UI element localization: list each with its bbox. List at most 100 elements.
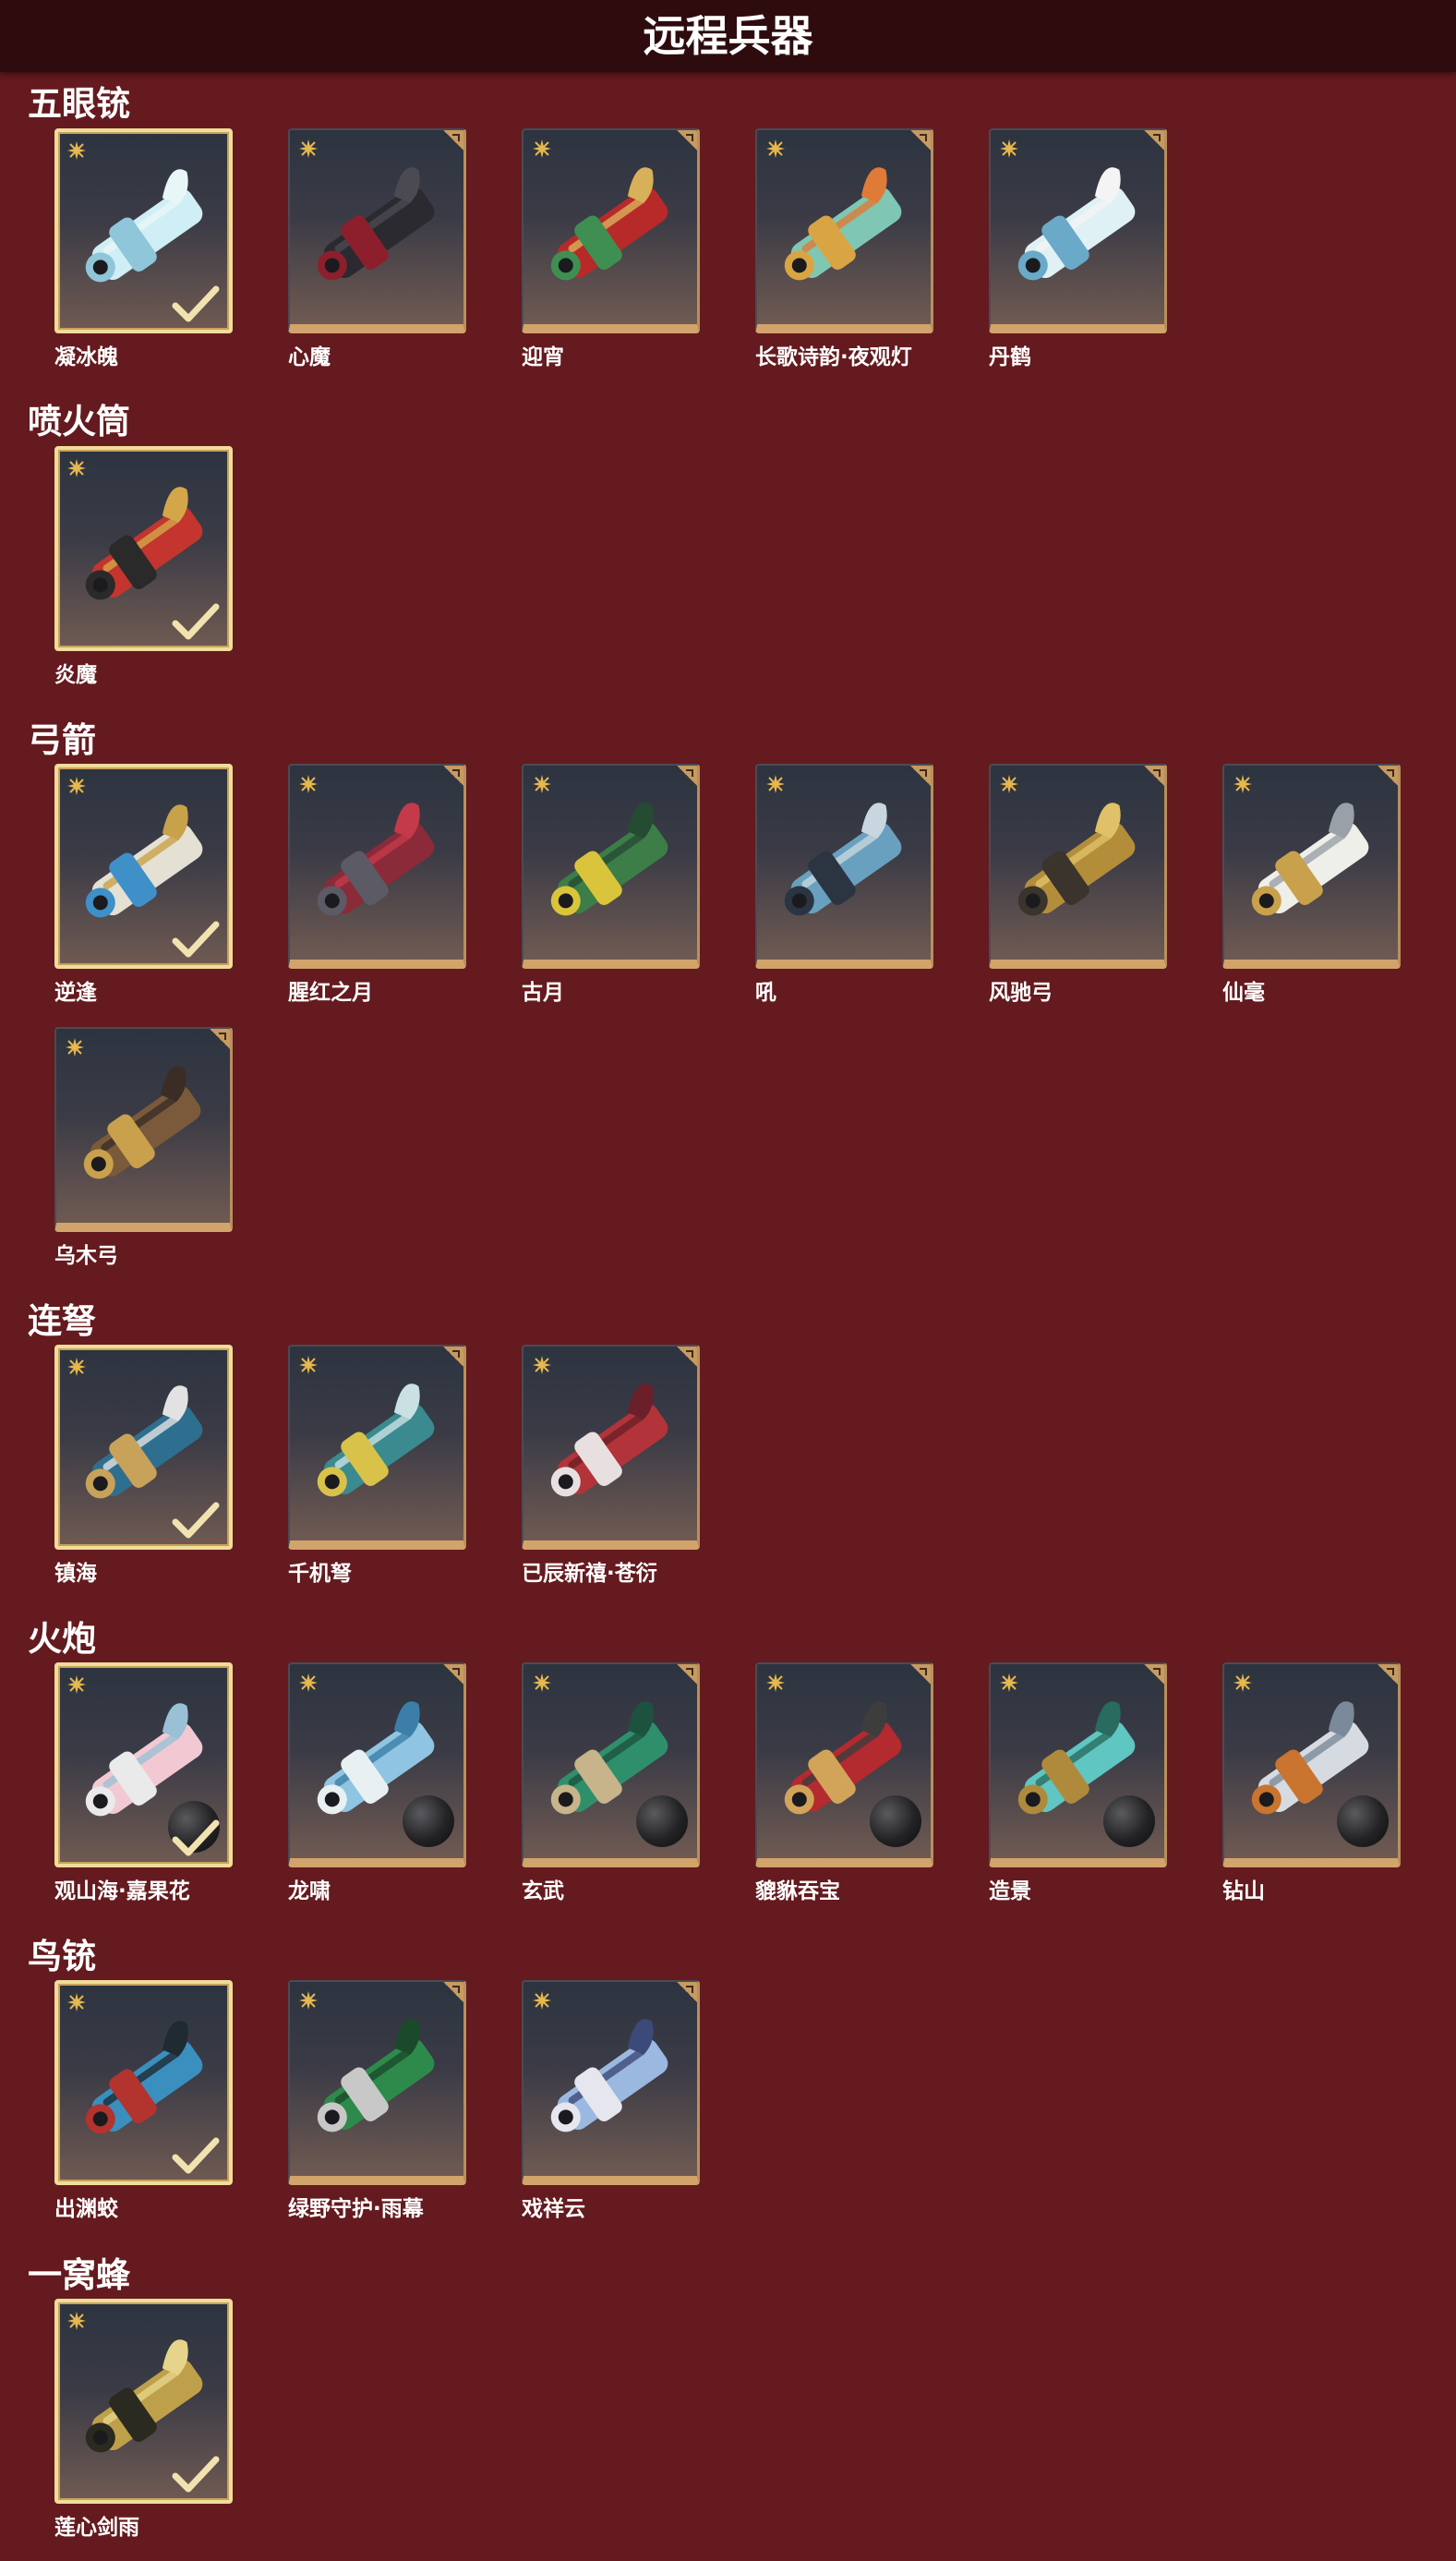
cannonball-icon bbox=[1103, 1795, 1155, 1847]
weapon-name: 炎魔 bbox=[54, 663, 97, 687]
weapon-item[interactable]: 造景 bbox=[989, 1662, 1171, 1904]
checkmark-icon bbox=[172, 284, 220, 324]
rarity-star-icon bbox=[66, 1991, 88, 2013]
weapon-item[interactable]: 迎宵 bbox=[522, 128, 704, 370]
weapon-item[interactable]: 丹鹤 bbox=[989, 128, 1171, 370]
weapon-card[interactable] bbox=[989, 128, 1167, 333]
cannonball-icon bbox=[636, 1795, 688, 1847]
section-title: 鸟铳 bbox=[28, 1937, 96, 1976]
weapon-card[interactable] bbox=[1222, 764, 1401, 969]
weapon-item[interactable]: 心魔 bbox=[288, 128, 470, 370]
weapon-item[interactable]: 出渊蛟 bbox=[54, 1980, 236, 2222]
weapon-icon bbox=[301, 149, 456, 315]
weapon-icon bbox=[535, 784, 690, 950]
rarity-star-icon bbox=[66, 1356, 88, 1378]
weapon-item[interactable]: 古月 bbox=[522, 764, 704, 1006]
weapon-name: 腥红之月 bbox=[288, 981, 373, 1005]
weapon-card[interactable] bbox=[288, 128, 466, 333]
weapon-card[interactable] bbox=[54, 1662, 233, 1867]
rarity-star-icon bbox=[64, 1036, 86, 1058]
weapon-name: 出渊蛟 bbox=[54, 2197, 118, 2221]
weapon-card[interactable] bbox=[522, 1980, 700, 2185]
weapon-name: 丹鹤 bbox=[989, 345, 1031, 369]
weapon-card[interactable] bbox=[522, 1345, 700, 1550]
weapon-card[interactable] bbox=[288, 1980, 466, 2185]
weapon-item[interactable]: 观山海·嘉果花 bbox=[54, 1662, 236, 1904]
weapon-card[interactable] bbox=[1222, 1662, 1401, 1867]
weapon-name: 古月 bbox=[522, 981, 564, 1005]
weapon-item[interactable]: 戏祥云 bbox=[522, 1980, 704, 2222]
weapon-card[interactable] bbox=[288, 1345, 466, 1550]
rarity-star-icon bbox=[297, 1672, 319, 1694]
weapon-item[interactable]: 仙毫 bbox=[1222, 764, 1404, 1006]
weapon-card[interactable] bbox=[54, 446, 233, 651]
weapon-card[interactable] bbox=[522, 1662, 700, 1867]
weapon-item[interactable]: 钻山 bbox=[1222, 1662, 1404, 1904]
rarity-star-icon bbox=[66, 775, 88, 797]
weapon-item[interactable]: 玄武 bbox=[522, 1662, 704, 1904]
weapon-name: 莲心剑雨 bbox=[54, 2516, 139, 2540]
corner-tag-icon bbox=[443, 1982, 463, 2002]
cannonball-icon bbox=[870, 1795, 921, 1847]
weapon-name: 镇海 bbox=[54, 1562, 97, 1586]
weapon-icon bbox=[535, 1365, 690, 1531]
weapon-item[interactable]: 腥红之月 bbox=[288, 764, 470, 1006]
weapon-card[interactable] bbox=[755, 1662, 933, 1867]
checkmark-icon bbox=[172, 601, 220, 642]
weapon-card[interactable] bbox=[54, 1027, 233, 1232]
weapon-item[interactable]: 莲心剑雨 bbox=[54, 2299, 236, 2541]
weapon-card[interactable] bbox=[522, 128, 700, 333]
weapon-icon bbox=[535, 2000, 690, 2167]
weapon-item[interactable]: 长歌诗韵·夜观灯 bbox=[755, 128, 937, 370]
corner-tag-icon bbox=[443, 130, 463, 151]
weapon-card[interactable] bbox=[288, 764, 466, 969]
corner-tag-icon bbox=[1144, 130, 1164, 151]
checkmark-icon bbox=[172, 2454, 220, 2495]
rarity-star-icon bbox=[66, 1673, 88, 1696]
weapon-card[interactable] bbox=[755, 128, 933, 333]
weapon-item[interactable]: 炎魔 bbox=[54, 446, 236, 688]
weapon-card[interactable] bbox=[522, 764, 700, 969]
checkmark-icon bbox=[172, 1818, 220, 1858]
weapon-item[interactable]: 龙啸 bbox=[288, 1662, 470, 1904]
weapon-item[interactable]: 貔貅吞宝 bbox=[755, 1662, 937, 1904]
weapon-name: 风驰弓 bbox=[989, 981, 1053, 1005]
section-title: 火炮 bbox=[28, 1619, 96, 1659]
weapon-card[interactable] bbox=[54, 128, 233, 333]
weapon-item[interactable]: 绿野守护·雨幕 bbox=[288, 1980, 470, 2222]
rarity-star-icon bbox=[531, 138, 553, 160]
weapon-card[interactable] bbox=[54, 764, 233, 969]
rarity-star-icon bbox=[297, 1989, 319, 2011]
weapon-icon bbox=[1002, 149, 1157, 315]
corner-tag-icon bbox=[443, 1664, 463, 1685]
weapon-card[interactable] bbox=[288, 1662, 466, 1867]
weapon-card[interactable] bbox=[54, 2299, 233, 2504]
weapon-item[interactable]: 逆逢 bbox=[54, 764, 236, 1006]
weapon-item[interactable]: 乌木弓 bbox=[54, 1027, 236, 1269]
weapon-item[interactable]: 已辰新禧·苍衍 bbox=[522, 1345, 704, 1587]
corner-tag-icon bbox=[910, 130, 931, 151]
rarity-star-icon bbox=[297, 1354, 319, 1376]
corner-tag-icon bbox=[677, 130, 697, 151]
rarity-star-icon bbox=[998, 773, 1020, 795]
weapon-item[interactable]: 千机弩 bbox=[288, 1345, 470, 1587]
weapon-item[interactable]: 凝冰魄 bbox=[54, 128, 236, 370]
weapon-card[interactable] bbox=[989, 1662, 1167, 1867]
section-title: 一窝蜂 bbox=[28, 2255, 130, 2295]
section-title: 五眼铳 bbox=[28, 84, 130, 124]
rarity-star-icon bbox=[764, 138, 787, 160]
weapon-card[interactable] bbox=[755, 764, 933, 969]
corner-tag-icon bbox=[677, 1664, 697, 1685]
weapon-card[interactable] bbox=[989, 764, 1167, 969]
weapon-icon bbox=[301, 784, 456, 950]
weapon-name: 观山海·嘉果花 bbox=[54, 1879, 190, 1903]
weapon-item[interactable]: 风驰弓 bbox=[989, 764, 1171, 1006]
weapon-item[interactable]: 镇海 bbox=[54, 1345, 236, 1587]
rarity-star-icon bbox=[66, 2310, 88, 2332]
corner-tag-icon bbox=[677, 1347, 697, 1367]
weapon-card[interactable] bbox=[54, 1345, 233, 1550]
weapon-name: 钻山 bbox=[1222, 1879, 1265, 1903]
weapon-name: 造景 bbox=[989, 1879, 1031, 1903]
weapon-item[interactable]: 吼 bbox=[755, 764, 937, 1006]
weapon-card[interactable] bbox=[54, 1980, 233, 2185]
